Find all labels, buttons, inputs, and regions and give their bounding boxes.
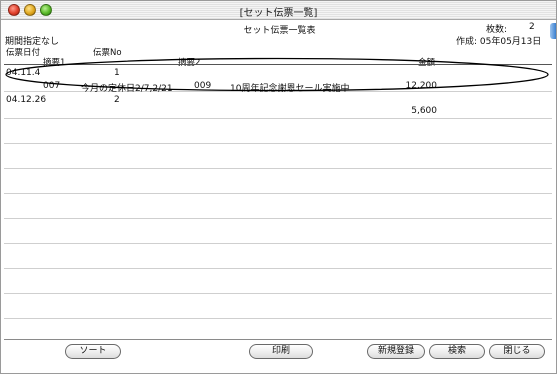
print-button[interactable]: 印刷 — [249, 344, 313, 359]
row-divider — [4, 118, 552, 119]
row-divider — [4, 268, 552, 269]
row-divider — [4, 243, 552, 244]
app-window: [セット伝票一覧] セット伝票一覧表 枚数: 2 期間指定なし 作成: 05年0… — [0, 0, 557, 374]
highlight-ellipse — [5, 57, 549, 92]
row-slip-no: 2 — [114, 95, 120, 105]
row-divider — [4, 168, 552, 169]
search-button[interactable]: 検索 — [429, 344, 485, 359]
row-divider — [4, 193, 552, 194]
title-bar[interactable]: [セット伝票一覧] — [1, 1, 556, 20]
new-entry-button[interactable]: 新規登録 — [367, 344, 425, 359]
window-title: [セット伝票一覧] — [239, 8, 318, 19]
row-date: 04.12.26 — [6, 95, 47, 105]
created-date: 作成: 05年05月13日 — [456, 37, 542, 47]
row-divider — [4, 143, 552, 144]
close-button[interactable]: 閉じる — [489, 344, 545, 359]
row-divider — [4, 218, 552, 219]
footer-divider — [4, 339, 552, 340]
sort-button[interactable]: ソート — [65, 344, 121, 359]
count-value: 2 — [529, 22, 535, 32]
row-divider — [4, 293, 552, 294]
row-amount: 5,600 — [411, 106, 437, 116]
row-divider — [4, 318, 552, 319]
